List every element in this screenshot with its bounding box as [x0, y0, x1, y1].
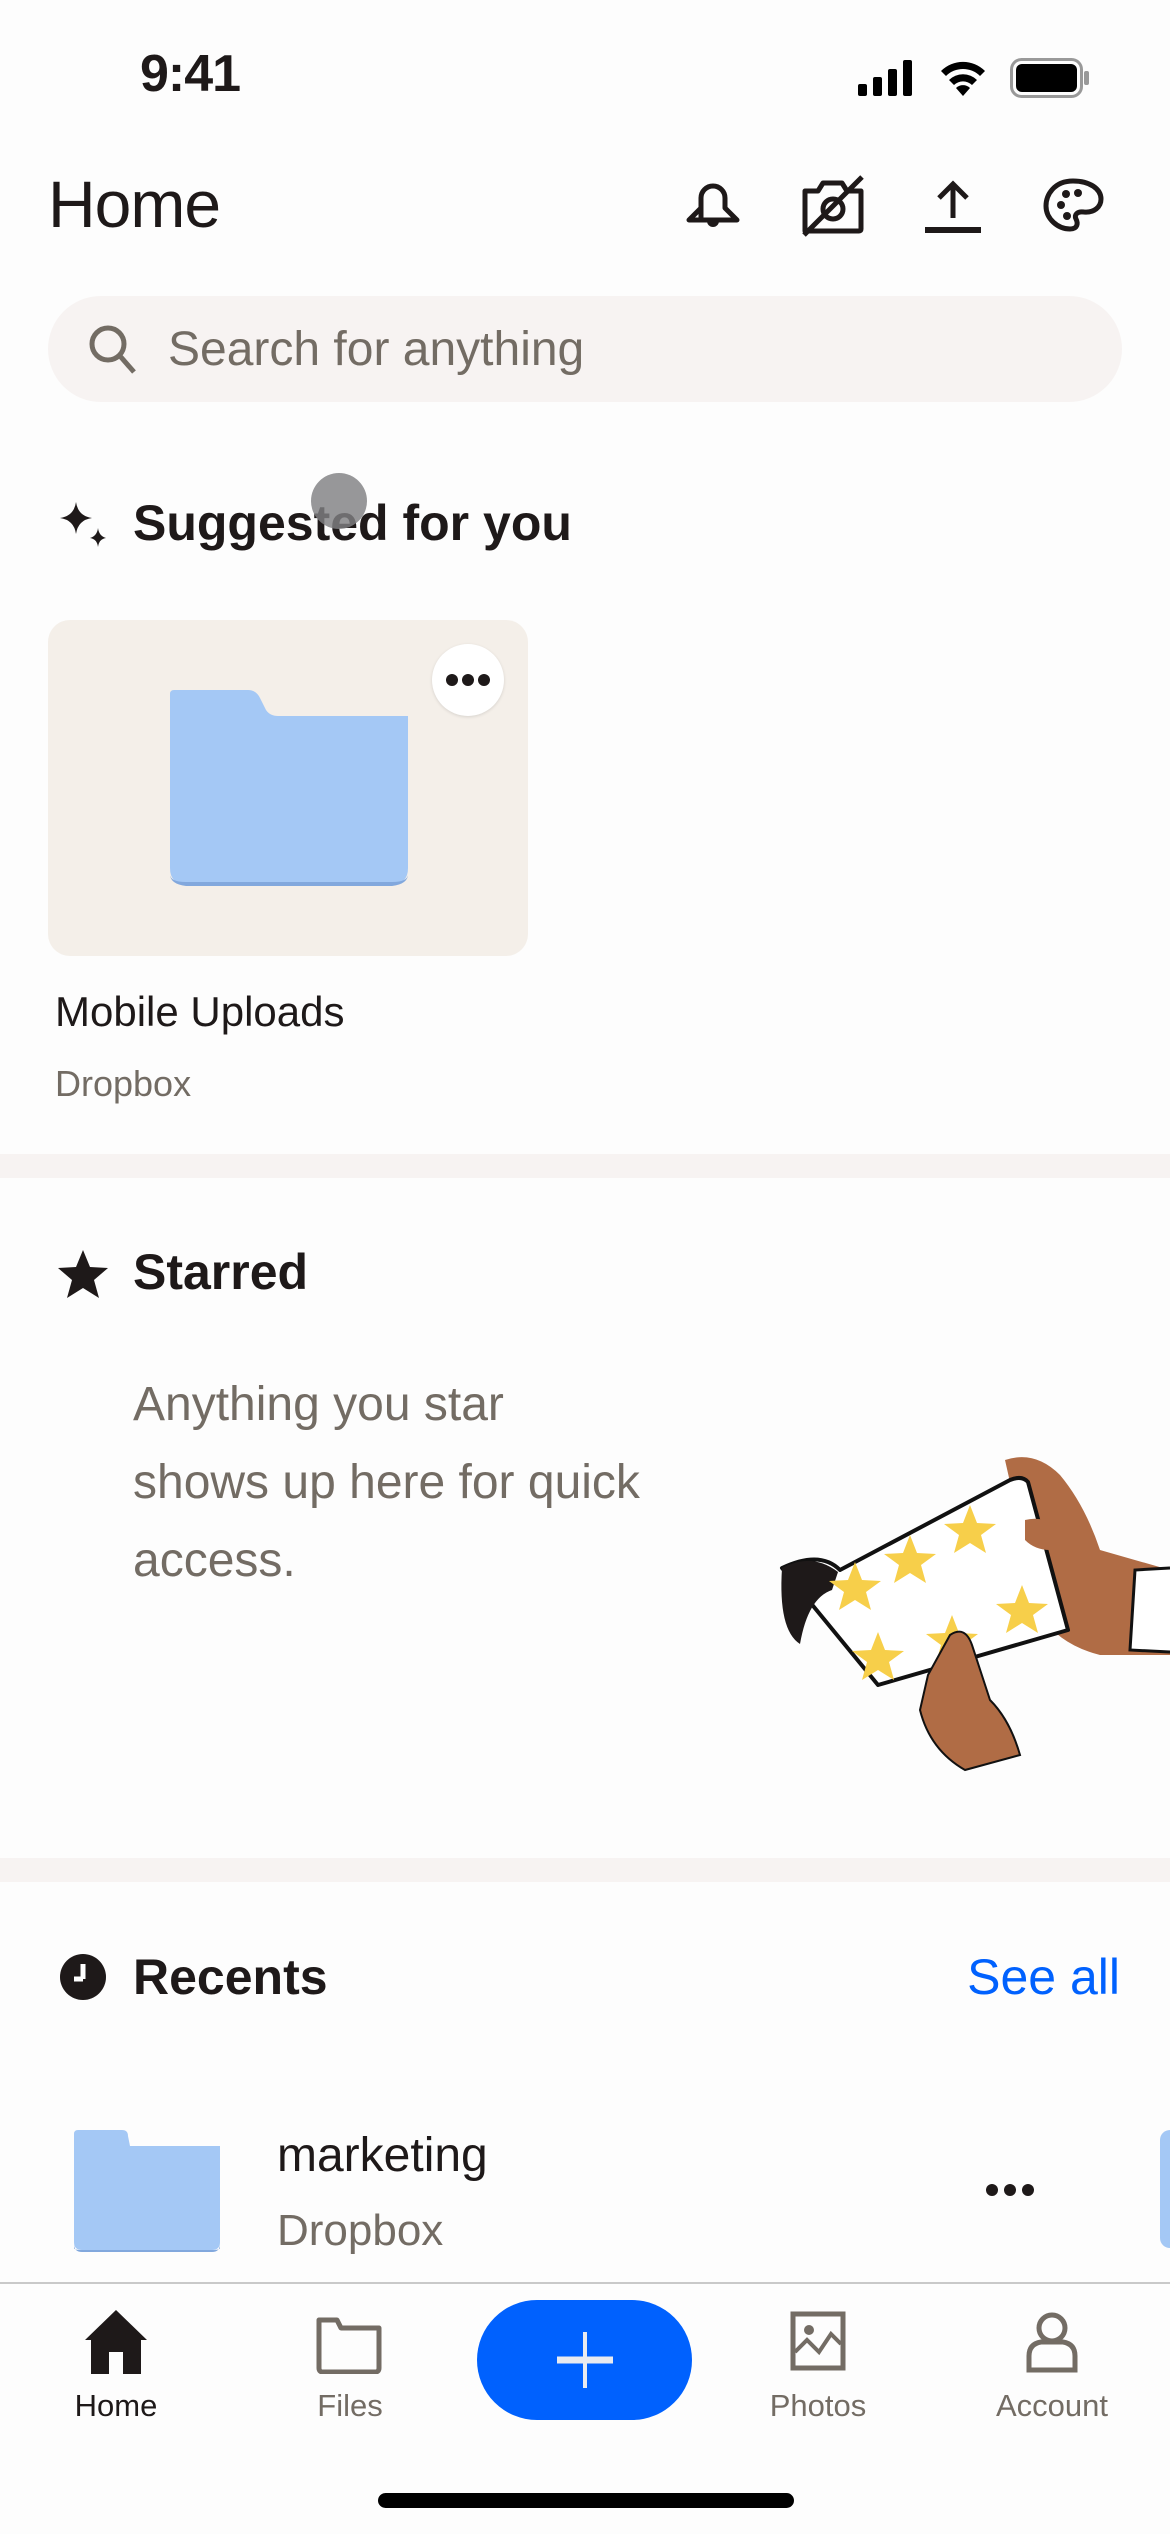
- camera-off-icon: [800, 173, 866, 244]
- nav-label: Home: [74, 2388, 158, 2423]
- status-time: 9:41: [140, 45, 241, 103]
- folder-icon: [170, 690, 408, 886]
- search-bar[interactable]: [48, 296, 1122, 402]
- suggested-item-name[interactable]: Mobile Uploads: [55, 988, 345, 1036]
- section-divider: [0, 1858, 1170, 1882]
- folder-outline-icon: [316, 2317, 382, 2374]
- more-icon: [986, 2184, 1034, 2196]
- wifi-icon: [938, 58, 988, 101]
- star-icon: [56, 1248, 110, 1305]
- nav-label: Photos: [769, 2388, 867, 2423]
- recent-item-row[interactable]: [0, 2110, 1170, 2270]
- starred-empty-line: shows up here for quick: [133, 1456, 640, 1509]
- recent-item-name: marketing: [277, 2129, 488, 2182]
- image-icon: [790, 2311, 846, 2371]
- starred-title: Starred: [133, 1244, 309, 1300]
- bell-icon: [681, 174, 745, 243]
- recent-item-location: Dropbox: [277, 2206, 444, 2255]
- suggested-item-location: Dropbox: [55, 1063, 192, 1104]
- touch-indicator: [311, 473, 367, 529]
- starred-illustration: [760, 1420, 1170, 1785]
- nav-item-files[interactable]: Files: [270, 2308, 430, 2424]
- nav-label: Account: [995, 2388, 1108, 2423]
- palette-icon: [1040, 173, 1106, 244]
- sparkle-icon: [58, 500, 110, 557]
- section-divider: [0, 1154, 1170, 1178]
- home-indicator: [378, 2493, 794, 2508]
- cellular-signal-icon: [858, 60, 914, 101]
- nav-label: Files: [317, 2388, 383, 2423]
- create-button[interactable]: [477, 2300, 692, 2420]
- starred-empty-line: access.: [133, 1534, 296, 1587]
- upload-icon: [921, 174, 985, 243]
- recents-title: Recents: [133, 1949, 328, 2005]
- nav-item-account[interactable]: Account: [972, 2308, 1132, 2424]
- home-icon: [85, 2310, 147, 2374]
- person-icon: [1026, 2312, 1078, 2373]
- theme-button[interactable]: [1037, 172, 1109, 244]
- page-title: Home: [48, 167, 221, 241]
- notifications-button[interactable]: [677, 172, 749, 244]
- search-input[interactable]: [166, 320, 1070, 378]
- upload-button[interactable]: [917, 172, 989, 244]
- nav-item-home[interactable]: Home: [36, 2308, 196, 2424]
- see-all-link[interactable]: See all: [967, 1948, 1120, 2006]
- suggested-item-more-button[interactable]: [432, 644, 504, 716]
- search-icon: [89, 325, 136, 374]
- camera-uploads-button[interactable]: [797, 172, 869, 244]
- more-icon: [446, 674, 490, 686]
- suggested-item-card[interactable]: [48, 620, 528, 956]
- next-item-peek: [1160, 2130, 1170, 2248]
- battery-icon: [1010, 58, 1092, 103]
- nav-item-photos[interactable]: Photos: [738, 2308, 898, 2424]
- plus-icon: [556, 2332, 613, 2388]
- clock-icon: [58, 1952, 108, 2007]
- recent-item-more-button[interactable]: [970, 2150, 1050, 2230]
- folder-icon: [74, 2130, 220, 2252]
- starred-empty-line: Anything you star: [133, 1378, 504, 1431]
- starred-empty-text: Anything you star shows up here for quic…: [133, 1366, 733, 1600]
